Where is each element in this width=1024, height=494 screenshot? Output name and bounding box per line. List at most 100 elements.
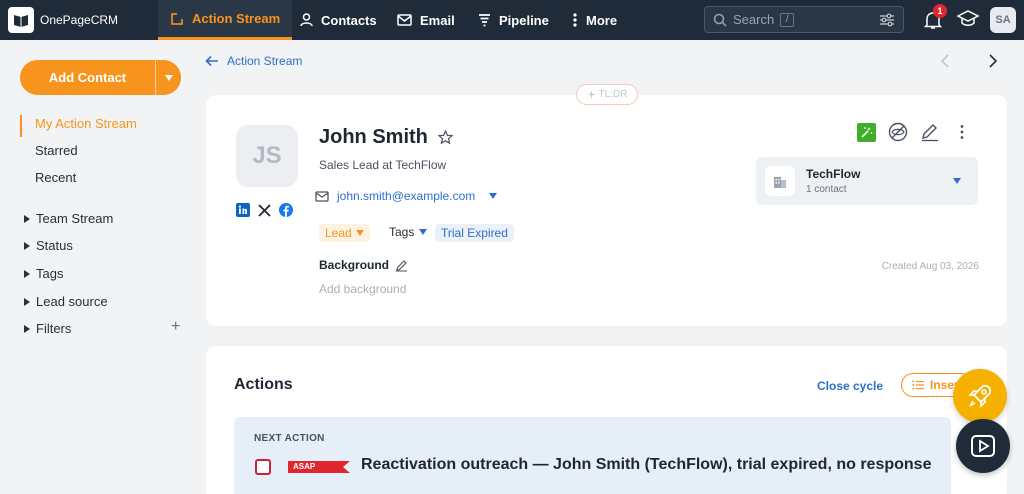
tldr-button[interactable]: TL;DR — [576, 84, 638, 105]
company-name: TechFlow — [806, 167, 861, 181]
add-contact-label: Add Contact — [48, 70, 127, 85]
breadcrumb-label: Action Stream — [227, 54, 303, 68]
company-contact-count: 1 contact — [806, 184, 847, 195]
sidebar-group-lead-source[interactable]: Lead source — [24, 294, 108, 309]
nav-label: Action Stream — [192, 11, 281, 26]
status-label: Lead — [325, 226, 352, 240]
nav-contacts[interactable]: Contacts — [300, 0, 377, 40]
asap-badge: ASAP — [293, 462, 316, 471]
arrow-left-icon — [205, 55, 218, 67]
sidebar-item-recent[interactable]: Recent — [35, 170, 76, 185]
action-stream-icon — [171, 12, 184, 25]
tag-badge[interactable]: Trial Expired — [435, 224, 514, 242]
sparkle-icon — [586, 90, 596, 99]
sidebar-group-label: Tags — [36, 266, 64, 281]
building-icon — [765, 166, 795, 196]
pencil-icon[interactable] — [395, 259, 408, 272]
search-shortcut-key: / — [780, 12, 795, 27]
add-background-link[interactable]: Add background — [319, 282, 406, 296]
magic-wand-icon[interactable] — [857, 122, 876, 142]
next-action-text[interactable]: Reactivation outreach — John Smith (Tech… — [361, 456, 931, 474]
contact-name-text: John Smith — [319, 126, 428, 148]
contact-title: Sales Lead at TechFlow — [319, 158, 447, 172]
envelope-icon — [397, 14, 412, 26]
nav-label: Pipeline — [499, 12, 549, 28]
active-indicator — [20, 115, 22, 137]
background-label-text: Background — [319, 258, 390, 272]
rocket-icon — [968, 384, 992, 408]
contact-name: John Smith — [319, 126, 453, 149]
contact-actions — [857, 122, 968, 142]
chevron-down-icon — [419, 229, 428, 235]
linkedin-icon[interactable] — [236, 203, 250, 217]
sidebar-item-starred[interactable]: Starred — [35, 143, 78, 158]
funnel-icon — [479, 14, 490, 27]
user-avatar[interactable]: SA — [990, 7, 1016, 33]
nav-pipeline[interactable]: Pipeline — [478, 0, 549, 40]
contact-avatar: JS — [236, 125, 298, 187]
search-placeholder: Search — [733, 12, 775, 27]
chevron-down-icon[interactable] — [953, 178, 961, 184]
close-cycle-link[interactable]: Close cycle — [817, 379, 883, 393]
triangle-right-icon — [24, 324, 30, 333]
social-links — [236, 203, 293, 217]
company-card[interactable]: TechFlow 1 contact — [756, 157, 978, 205]
nav-more[interactable]: More — [572, 0, 617, 40]
rocket-launcher-button[interactable] — [953, 369, 1007, 423]
sidebar-group-filters[interactable]: Filters — [24, 321, 71, 336]
app-name: OnePageCRM — [40, 13, 119, 27]
chevron-down-icon — [489, 193, 498, 199]
add-contact-button[interactable]: Add Contact — [20, 60, 181, 95]
facebook-icon[interactable] — [279, 203, 293, 217]
add-filter-button[interactable]: + — [171, 318, 180, 336]
add-contact-dropdown[interactable] — [156, 74, 181, 81]
sidebar-item-my-action-stream[interactable]: My Action Stream — [35, 116, 137, 131]
triangle-right-icon — [24, 269, 30, 278]
sidebar-group-label: Lead source — [36, 294, 108, 309]
play-video-icon — [971, 435, 995, 457]
chevron-down-icon — [355, 230, 364, 236]
triangle-right-icon — [24, 297, 30, 306]
star-icon[interactable] — [437, 130, 453, 145]
nav-action-stream[interactable]: Action Stream — [158, 0, 293, 40]
search-icon — [713, 13, 727, 27]
sidebar-group-tags[interactable]: Tags — [24, 266, 63, 281]
app-logo[interactable]: OnePageCRM — [8, 7, 118, 33]
tags-dropdown[interactable]: Tags — [389, 225, 428, 239]
nav-label: Email — [420, 12, 455, 28]
list-icon — [912, 380, 924, 390]
chevron-right-icon[interactable] — [986, 53, 1000, 69]
search-input[interactable]: Search / — [704, 6, 904, 33]
video-tutorial-button[interactable] — [956, 419, 1010, 473]
nav-email[interactable]: Email — [397, 0, 455, 40]
sidebar-group-label: Filters — [36, 321, 72, 336]
logo-icon — [8, 7, 34, 33]
chevron-left-icon[interactable] — [938, 53, 952, 69]
complete-action-checkbox[interactable] — [255, 459, 271, 475]
sidebar-group-label: Team Stream — [36, 211, 114, 226]
tags-label: Tags — [389, 225, 415, 239]
sidebar-group-team-stream[interactable]: Team Stream — [24, 211, 113, 226]
envelope-icon — [315, 190, 329, 202]
actions-title: Actions — [234, 376, 293, 393]
email-address: john.smith@example.com — [337, 189, 476, 203]
background-label: Background — [319, 258, 408, 272]
graduation-cap-icon[interactable] — [957, 10, 979, 28]
triangle-right-icon — [24, 214, 30, 223]
vertical-dots-icon — [573, 13, 577, 27]
chevron-down-icon — [164, 74, 173, 81]
no-tracking-icon[interactable] — [888, 122, 908, 142]
sidebar-group-status[interactable]: Status — [24, 238, 73, 253]
status-dropdown[interactable]: Lead — [319, 224, 370, 242]
person-icon — [300, 13, 313, 27]
more-vertical-icon[interactable] — [956, 122, 968, 142]
nav-label: More — [586, 12, 618, 28]
nav-label: Contacts — [321, 12, 377, 28]
contact-email[interactable]: john.smith@example.com — [315, 189, 498, 203]
breadcrumb[interactable]: Action Stream — [205, 54, 302, 68]
x-twitter-icon[interactable] — [258, 203, 271, 217]
sidebar-group-label: Status — [36, 238, 73, 253]
triangle-right-icon — [24, 241, 30, 250]
edit-pencil-icon[interactable] — [920, 122, 940, 142]
filter-sliders-icon[interactable] — [879, 13, 895, 27]
